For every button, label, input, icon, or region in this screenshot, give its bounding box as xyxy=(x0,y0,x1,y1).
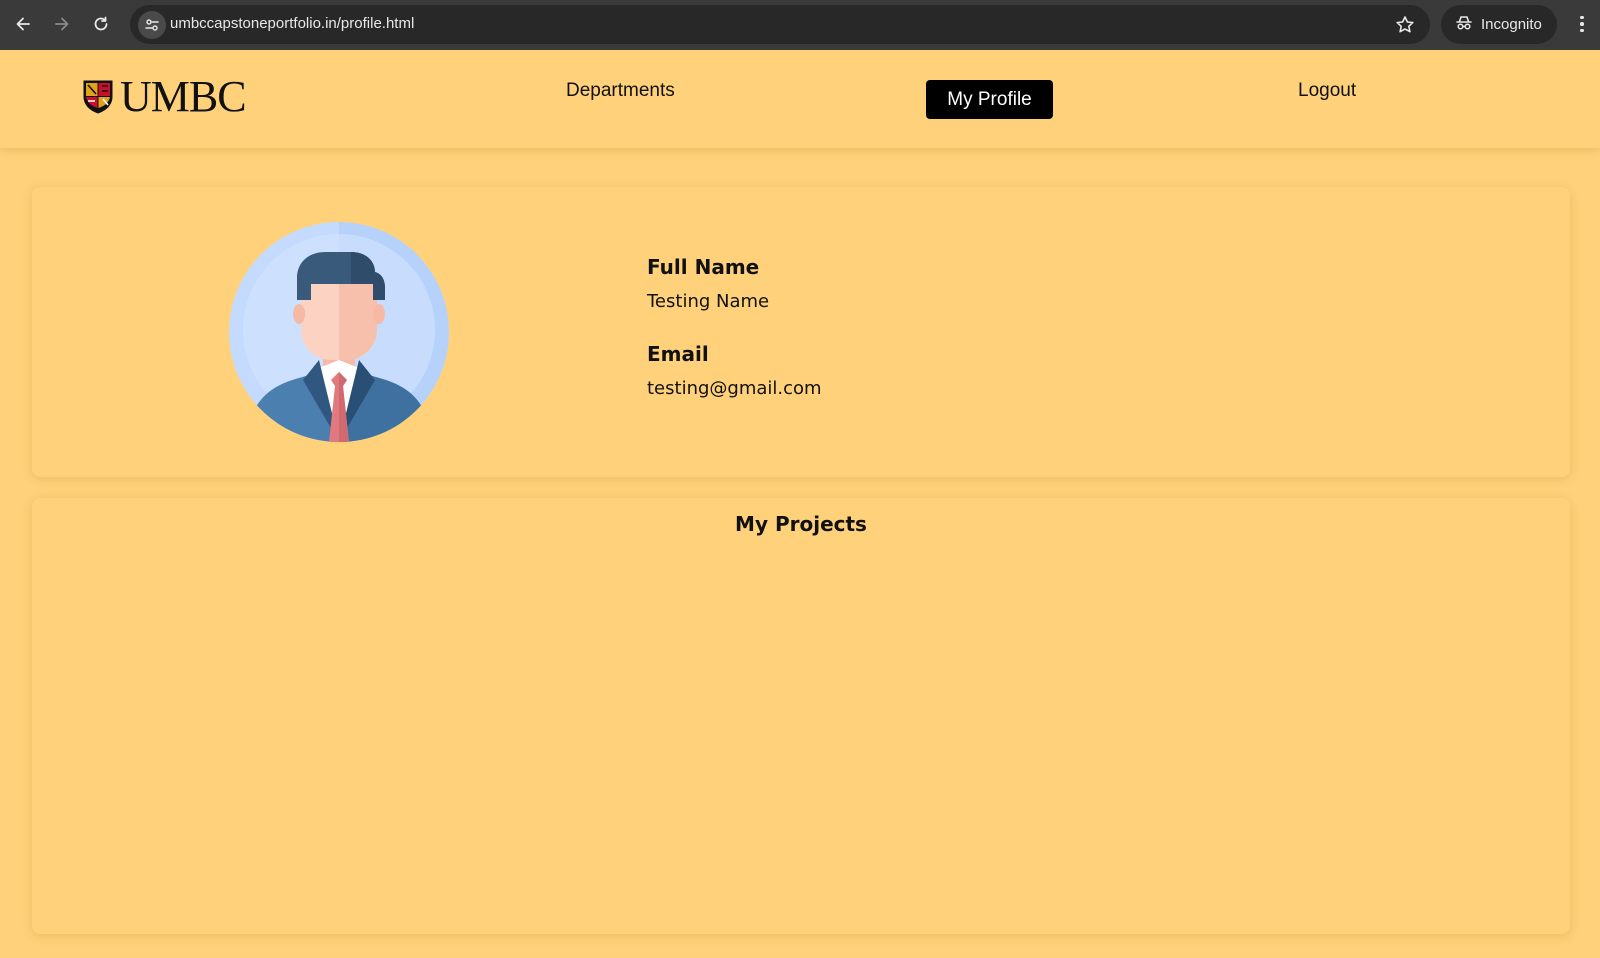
projects-card: My Projects xyxy=(32,498,1570,934)
full-name-label: Full Name xyxy=(647,255,760,279)
forward-arrow-icon[interactable] xyxy=(50,12,74,36)
logo-wordmark: UMBC xyxy=(120,72,247,121)
email-value: testing@gmail.com xyxy=(647,378,822,399)
shield-icon xyxy=(83,80,113,114)
projects-title: My Projects xyxy=(735,512,867,536)
email-label: Email xyxy=(647,342,709,366)
nav-my-profile[interactable]: My Profile xyxy=(926,80,1053,119)
site-header: UMBC Departments Logout xyxy=(0,50,1600,148)
profile-info: Full Name Testing Name Email testing@gma… xyxy=(647,255,822,399)
full-name-value: Testing Name xyxy=(647,291,770,312)
profile-card: Full Name Testing Name Email testing@gma… xyxy=(32,187,1570,477)
url-text: umbccapstoneportfolio.in/profile.html xyxy=(170,15,415,32)
umbc-logo[interactable]: UMBC xyxy=(82,72,247,121)
tune-icon[interactable] xyxy=(138,11,166,39)
nav-departments[interactable]: Departments xyxy=(566,80,675,102)
nav-logout[interactable]: Logout xyxy=(1298,80,1356,102)
kebab-menu-icon[interactable] xyxy=(1574,12,1590,36)
incognito-indicator[interactable]: Incognito xyxy=(1441,5,1557,44)
incognito-label: Incognito xyxy=(1481,16,1542,33)
avatar xyxy=(229,222,449,442)
address-bar[interactable]: umbccapstoneportfolio.in/profile.html xyxy=(130,5,1430,44)
reload-icon[interactable] xyxy=(89,12,113,36)
browser-toolbar: umbccapstoneportfolio.in/profile.html In… xyxy=(0,0,1600,50)
incognito-icon xyxy=(1455,14,1473,36)
back-arrow-icon[interactable] xyxy=(11,12,35,36)
star-icon[interactable] xyxy=(1394,14,1416,36)
